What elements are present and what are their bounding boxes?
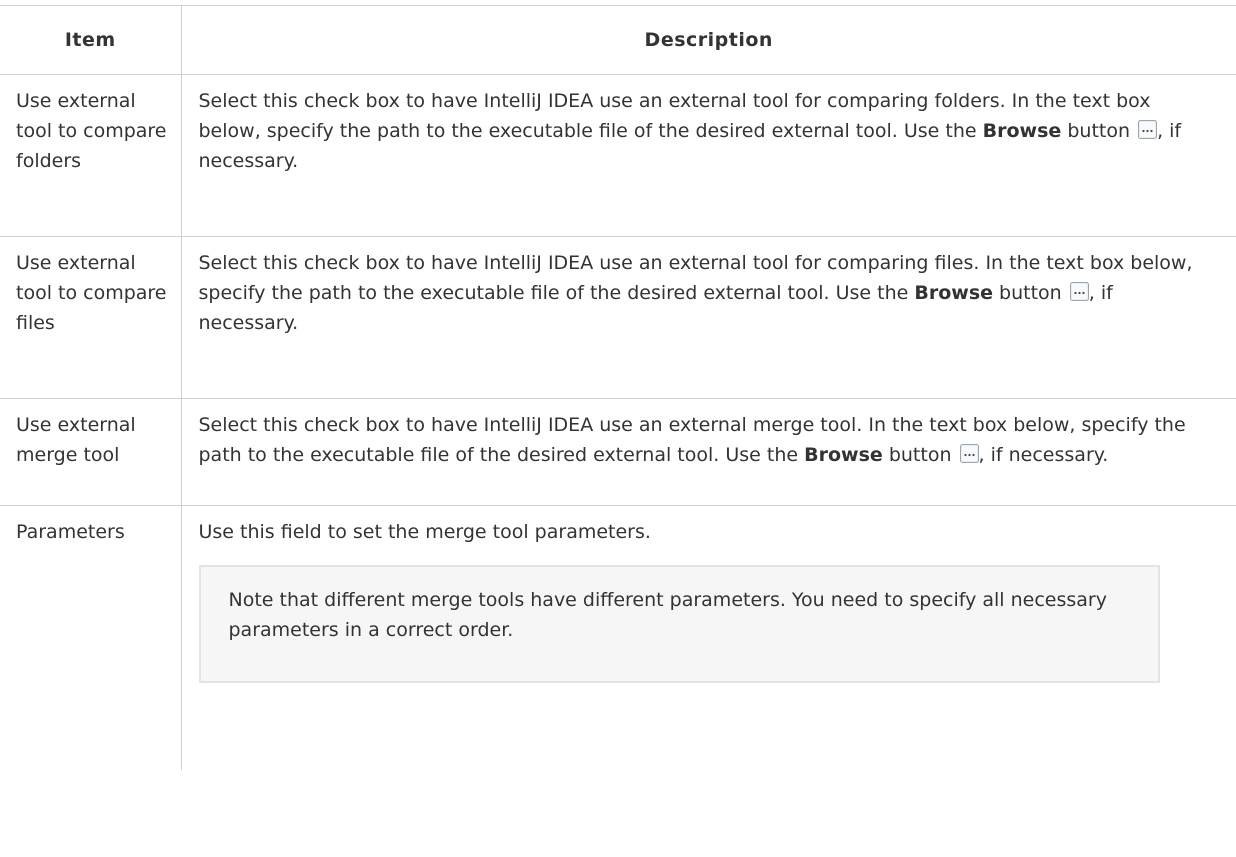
- header-description: Description: [181, 5, 1236, 75]
- description-text: button: [882, 444, 952, 466]
- table-row: Use external tool to compare folders Sel…: [0, 74, 1236, 237]
- description-cell: Select this check box to have IntelliJ I…: [181, 74, 1236, 237]
- note-box: Note that different merge tools have dif…: [198, 565, 1160, 683]
- browse-button-icon: [959, 442, 979, 463]
- description-text: button: [1061, 120, 1131, 142]
- header-item: Item: [0, 5, 182, 75]
- browse-label: Browse: [804, 444, 883, 466]
- description-text: Use this field to set the merge tool par…: [198, 521, 651, 543]
- description-cell: Use this field to set the merge tool par…: [181, 506, 1236, 771]
- browse-button-icon: [1138, 118, 1158, 139]
- description-text: , if necessary.: [978, 444, 1109, 466]
- item-cell: Use external tool to compare folders: [0, 74, 182, 237]
- options-table: Item Description Use external tool to co…: [0, 5, 1236, 770]
- item-cell: Use external merge tool: [0, 398, 182, 506]
- item-cell: Use external tool to compare files: [0, 236, 182, 399]
- description-cell: Select this check box to have IntelliJ I…: [181, 398, 1236, 506]
- page: Item Description Use external tool to co…: [0, 0, 1236, 857]
- table-row: Use external merge tool Select this chec…: [0, 398, 1236, 506]
- browse-button-icon: [1069, 280, 1089, 301]
- browse-label: Browse: [982, 120, 1062, 142]
- header-row: Item Description: [0, 5, 1236, 75]
- table-row: Use external tool to compare files Selec…: [0, 236, 1236, 399]
- browse-label: Browse: [914, 282, 994, 304]
- table-row: Parameters Use this field to set the mer…: [0, 505, 1236, 771]
- description-cell: Select this check box to have IntelliJ I…: [181, 236, 1236, 399]
- item-cell: Parameters: [0, 505, 182, 770]
- description-text: button: [993, 282, 1062, 304]
